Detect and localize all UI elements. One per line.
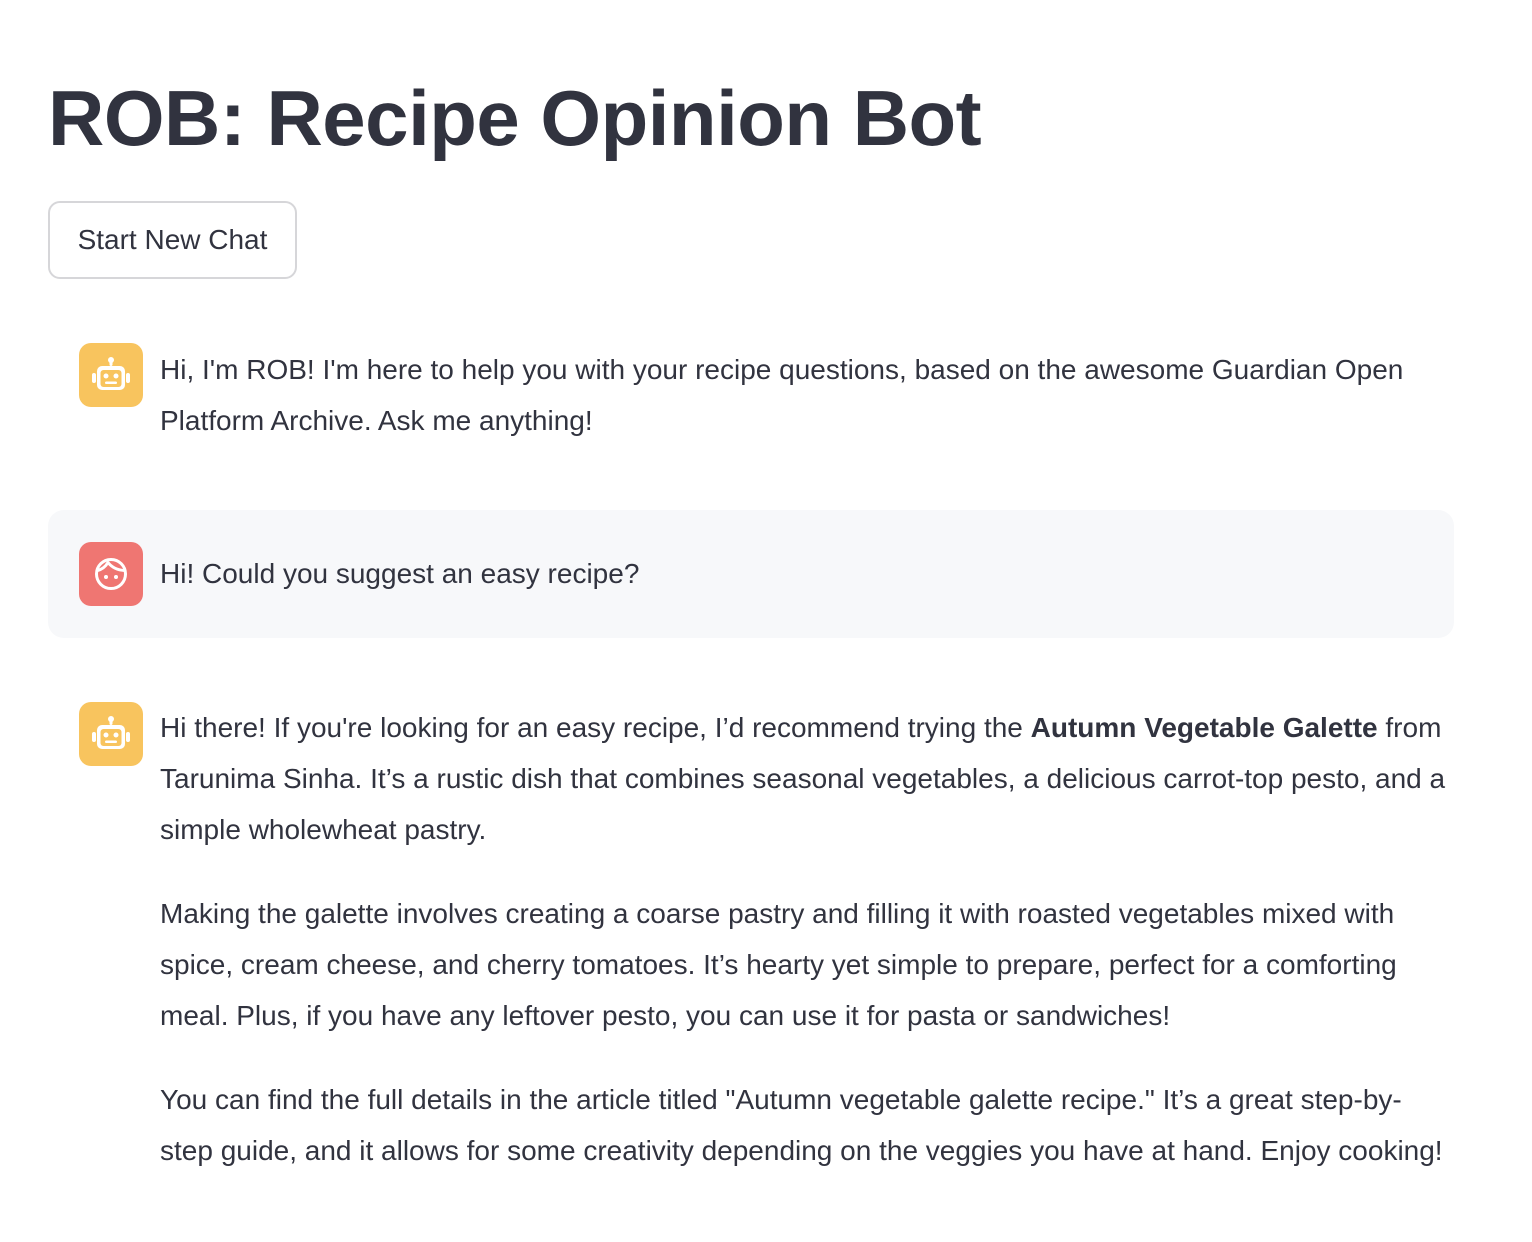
message-paragraph: Making the galette involves creating a c… <box>160 898 1397 1031</box>
message-text: Hi, I'm ROB! I'm here to help you with y… <box>160 344 1452 446</box>
chat-message-assistant: Hi, I'm ROB! I'm here to help you with y… <box>48 331 1454 471</box>
message-text: Hi there! If you're looking for an easy … <box>160 702 1452 1176</box>
message-paragraph: Hi! Could you suggest an easy recipe? <box>160 558 640 589</box>
robot-icon <box>79 343 143 407</box>
page-title: ROB: Recipe Opinion Bot <box>48 74 982 162</box>
message-paragraph: Hi there! If you're looking for an easy … <box>160 702 1452 855</box>
chat-message-user: Hi! Could you suggest an easy recipe? <box>48 510 1454 638</box>
start-new-chat-button[interactable]: Start New Chat <box>48 201 297 279</box>
user-face-icon <box>79 542 143 606</box>
message-text: Hi! Could you suggest an easy recipe? <box>160 548 1452 599</box>
chat-message-assistant: Hi there! If you're looking for an easy … <box>48 688 1454 1228</box>
app-page: ROB: Recipe Opinion Bot Start New Chat H… <box>0 0 1532 1242</box>
robot-icon <box>79 702 143 766</box>
message-paragraph: You can find the full details in the art… <box>160 1084 1443 1166</box>
recipe-name-bold: Autumn Vegetable Galette <box>1030 712 1378 743</box>
message-text-run: Hi there! If you're looking for an easy … <box>160 712 1031 743</box>
message-paragraph: Hi, I'm ROB! I'm here to help you with y… <box>160 354 1404 436</box>
